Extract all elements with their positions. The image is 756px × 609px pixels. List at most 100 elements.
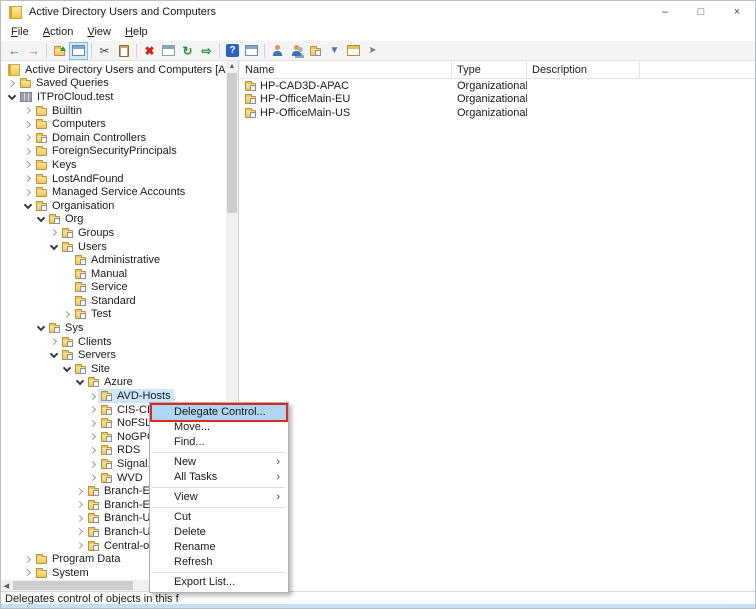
chevron-down-icon[interactable] <box>75 376 85 389</box>
refresh-button[interactable] <box>178 42 197 60</box>
chevron-right-icon[interactable] <box>23 553 33 566</box>
tree-item[interactable]: Users <box>1 240 226 254</box>
context-menu-item-move[interactable]: Move... <box>150 420 288 435</box>
tree-item[interactable]: Active Directory Users and Computers [AD… <box>1 63 226 77</box>
chevron-down-icon[interactable] <box>36 213 46 226</box>
help-button[interactable] <box>223 42 242 60</box>
chevron-right-icon[interactable] <box>75 539 85 552</box>
tree-item[interactable]: Servers <box>1 348 226 362</box>
chevron-right-icon[interactable] <box>23 186 33 199</box>
tree-item[interactable]: Builtin <box>1 104 226 118</box>
tree-item[interactable]: AVD-Hosts <box>1 389 226 403</box>
context-menu-item-cut[interactable]: Cut <box>150 510 288 525</box>
horizontal-scroll-thumb[interactable] <box>13 581 133 590</box>
tree-item[interactable]: Domain Controllers <box>1 131 226 145</box>
new-ou-button[interactable] <box>306 42 325 60</box>
scroll-up-icon[interactable]: ▲ <box>226 61 238 72</box>
tree-item[interactable]: Standard <box>1 294 226 308</box>
tree-item[interactable]: ITProCloud.test <box>1 90 226 104</box>
chevron-right-icon[interactable] <box>88 458 98 471</box>
cut-button[interactable] <box>95 42 114 60</box>
tree-item[interactable]: Computers <box>1 117 226 131</box>
chevron-right-icon[interactable] <box>88 471 98 484</box>
new-group-button[interactable] <box>287 42 306 60</box>
chevron-right-icon[interactable] <box>75 525 85 538</box>
tree-item[interactable]: Sys <box>1 321 226 335</box>
chevron-right-icon[interactable] <box>62 308 72 321</box>
chevron-right-icon[interactable] <box>23 158 33 171</box>
scroll-left-icon[interactable]: ◀ <box>1 580 12 591</box>
chevron-right-icon[interactable] <box>75 485 85 498</box>
delete-button[interactable] <box>140 42 159 60</box>
context-menu-item-delete[interactable]: Delete <box>150 525 288 540</box>
chevron-down-icon[interactable] <box>49 240 59 253</box>
context-menu-item-find[interactable]: Find... <box>150 435 288 450</box>
chevron-right-icon[interactable] <box>23 172 33 185</box>
export-list-button[interactable] <box>197 42 216 60</box>
menu-action[interactable]: Action <box>36 24 81 40</box>
tree-item[interactable]: Keys <box>1 158 226 172</box>
chevron-right-icon[interactable] <box>23 145 33 158</box>
chevron-down-icon[interactable] <box>49 349 59 362</box>
context-menu-item-view[interactable]: View› <box>150 490 288 505</box>
chevron-right-icon[interactable] <box>88 417 98 430</box>
tree-item[interactable]: Administrative <box>1 253 226 267</box>
context-menu-item-new[interactable]: New› <box>150 455 288 470</box>
policy-window-button[interactable] <box>344 42 363 60</box>
close-button[interactable]: × <box>719 1 755 23</box>
forward-button[interactable] <box>24 42 43 60</box>
select-target-button[interactable] <box>363 42 382 60</box>
tree-item[interactable]: Azure <box>1 376 226 390</box>
tree-item[interactable]: Site <box>1 362 226 376</box>
tree-item[interactable]: LostAndFound <box>1 172 226 186</box>
vertical-scroll-thumb[interactable] <box>227 73 237 213</box>
chevron-right-icon[interactable] <box>23 566 33 579</box>
tree-item[interactable]: Org <box>1 213 226 227</box>
tree-item[interactable]: Organisation <box>1 199 226 213</box>
chevron-right-icon[interactable] <box>75 512 85 525</box>
filter-button[interactable] <box>325 42 344 60</box>
chevron-right-icon[interactable] <box>7 77 17 90</box>
column-header-type[interactable]: Type <box>452 61 527 78</box>
properties-button[interactable] <box>159 42 178 60</box>
chevron-right-icon[interactable] <box>88 403 98 416</box>
tree-item[interactable]: Clients <box>1 335 226 349</box>
column-header-description[interactable]: Description <box>527 61 640 78</box>
show-console-tree-button[interactable] <box>69 42 88 60</box>
table-row[interactable]: HP-OfficeMain-EUOrganizational... <box>240 93 755 107</box>
tree-item[interactable]: Manual <box>1 267 226 281</box>
chevron-right-icon[interactable] <box>23 131 33 144</box>
chevron-right-icon[interactable] <box>88 390 98 403</box>
up-one-level-button[interactable] <box>50 42 69 60</box>
tree-item[interactable]: Test <box>1 308 226 322</box>
table-row[interactable]: HP-CAD3D-APACOrganizational... <box>240 79 755 93</box>
menu-help[interactable]: Help <box>118 24 155 40</box>
context-menu-item-rename[interactable]: Rename <box>150 540 288 555</box>
new-user-button[interactable] <box>268 42 287 60</box>
tree-item[interactable]: ForeignSecurityPrincipals <box>1 145 226 159</box>
minimize-button[interactable]: – <box>647 1 683 23</box>
menu-view[interactable]: View <box>80 24 118 40</box>
chevron-right-icon[interactable] <box>88 444 98 457</box>
back-button[interactable] <box>5 42 24 60</box>
tree-item[interactable]: Service <box>1 281 226 295</box>
chevron-down-icon[interactable] <box>23 199 33 212</box>
paste-button[interactable] <box>114 42 133 60</box>
chevron-right-icon[interactable] <box>75 498 85 511</box>
chevron-right-icon[interactable] <box>88 430 98 443</box>
context-menu-item-export-list[interactable]: Export List... <box>150 575 288 590</box>
chevron-down-icon[interactable] <box>62 362 72 375</box>
menu-file[interactable]: File <box>4 24 36 40</box>
maximize-button[interactable]: □ <box>683 1 719 23</box>
chevron-right-icon[interactable] <box>49 335 59 348</box>
context-menu-item-all-tasks[interactable]: All Tasks› <box>150 470 288 485</box>
window-list-button[interactable] <box>242 42 261 60</box>
chevron-right-icon[interactable] <box>49 226 59 239</box>
chevron-right-icon[interactable] <box>23 104 33 117</box>
context-menu-item-refresh[interactable]: Refresh <box>150 555 288 570</box>
column-header-name[interactable]: Name <box>240 61 452 78</box>
tree-item[interactable]: Saved Queries <box>1 77 226 91</box>
chevron-down-icon[interactable] <box>7 90 17 103</box>
table-row[interactable]: HP-OfficeMain-USOrganizational... <box>240 106 755 120</box>
tree-item[interactable]: Managed Service Accounts <box>1 185 226 199</box>
